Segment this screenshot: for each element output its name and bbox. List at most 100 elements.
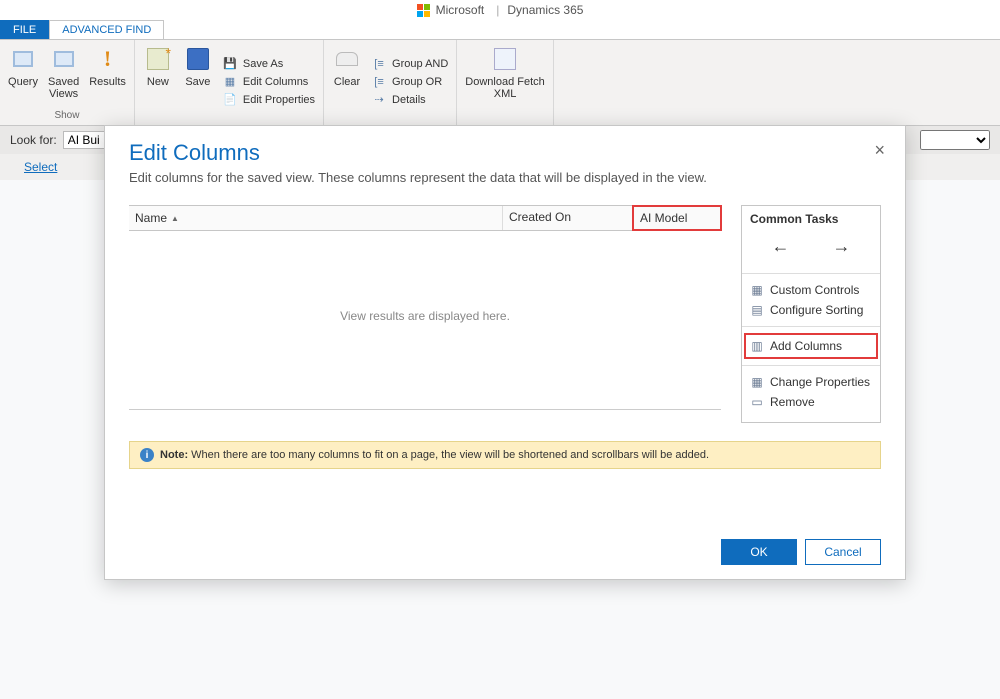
ribbon-group-show-label: Show xyxy=(8,110,126,121)
ribbon-tabs: FILE ADVANCED FIND xyxy=(0,20,1000,40)
saved-views-label: Saved Views xyxy=(48,76,79,100)
columns-grid: Name ▲ Created On AI Model View results … xyxy=(129,205,721,423)
grid-bottom-divider xyxy=(129,409,721,410)
save-as-button[interactable]: 💾 Save As xyxy=(223,57,315,71)
grid-placeholder: View results are displayed here. xyxy=(129,231,721,401)
change-properties-icon: ▦ xyxy=(750,375,764,389)
group-and-button[interactable]: [≡ Group AND xyxy=(372,57,448,71)
edit-properties-button[interactable]: 📄 Edit Properties xyxy=(223,93,315,107)
edit-columns-button[interactable]: ▦ Edit Columns xyxy=(223,75,315,89)
clear-label: Clear xyxy=(334,76,360,88)
note-bar: i Note: When there are too many columns … xyxy=(129,441,881,469)
change-properties-label: Change Properties xyxy=(770,375,870,389)
clear-icon xyxy=(332,44,362,74)
move-right-button[interactable]: → xyxy=(827,234,857,259)
download-fetchxml-button[interactable]: Download Fetch XML xyxy=(465,44,545,119)
sort-asc-icon: ▲ xyxy=(171,214,179,223)
group-or-button[interactable]: [≡ Group OR xyxy=(372,75,448,89)
new-label: New xyxy=(147,76,169,88)
tab-advanced-find[interactable]: ADVANCED FIND xyxy=(49,20,164,39)
save-menu: 💾 Save As ▦ Edit Columns 📄 Edit Properti… xyxy=(223,44,315,119)
new-icon xyxy=(143,44,173,74)
details-label: Details xyxy=(392,94,426,106)
ribbon-group-view: New Save 💾 Save As ▦ Edit Columns 📄 Edit… xyxy=(135,40,324,125)
download-icon xyxy=(490,44,520,74)
group-and-icon: [≡ xyxy=(372,57,386,71)
app-header: Microsoft | Dynamics 365 xyxy=(0,0,1000,20)
add-columns-button[interactable]: ▥ Add Columns xyxy=(744,333,878,359)
save-as-icon: 💾 xyxy=(223,57,237,71)
custom-controls-label: Custom Controls xyxy=(770,283,859,297)
move-left-button[interactable]: ← xyxy=(766,234,796,259)
look-for-label: Look for: xyxy=(10,133,57,147)
ribbon-group-show: Query Saved Views ! Results Show xyxy=(0,40,135,125)
change-properties-button[interactable]: ▦ Change Properties xyxy=(750,372,872,392)
ribbon-group-debug: Download Fetch XML xyxy=(457,40,554,125)
custom-controls-button[interactable]: ▦ Custom Controls xyxy=(750,280,872,300)
configure-sorting-icon: ▤ xyxy=(750,303,764,317)
column-header-name[interactable]: Name ▲ xyxy=(129,206,503,230)
microsoft-logo-icon xyxy=(417,4,430,17)
divider xyxy=(742,326,880,327)
microsoft-label: Microsoft xyxy=(436,3,485,17)
edit-columns-icon: ▦ xyxy=(223,75,237,89)
edit-properties-icon: 📄 xyxy=(223,93,237,107)
save-icon xyxy=(183,44,213,74)
configure-sorting-label: Configure Sorting xyxy=(770,303,863,317)
add-columns-label: Add Columns xyxy=(770,339,842,353)
results-label: Results xyxy=(89,76,126,88)
ok-button[interactable]: OK xyxy=(721,539,797,565)
note-text: When there are too many columns to fit o… xyxy=(188,449,709,461)
column-header-name-label: Name xyxy=(135,211,167,225)
common-tasks-panel: Common Tasks ← → ▦ Custom Controls ▤ Con… xyxy=(741,205,881,423)
dialog-subtitle: Edit columns for the saved view. These c… xyxy=(129,170,881,185)
query-button[interactable]: Query xyxy=(8,44,38,108)
common-tasks-title: Common Tasks xyxy=(750,212,872,226)
download-label: Download Fetch XML xyxy=(465,76,545,100)
save-button[interactable]: Save xyxy=(183,44,213,119)
microsoft-brand: Microsoft xyxy=(417,3,485,17)
note-label: Note: xyxy=(160,449,188,461)
edit-columns-dialog: × Edit Columns Edit columns for the save… xyxy=(104,125,906,580)
remove-button[interactable]: ▭ Remove xyxy=(750,392,872,412)
remove-label: Remove xyxy=(770,395,815,409)
saved-views-icon xyxy=(49,44,79,74)
ribbon-group-query: Clear [≡ Group AND [≡ Group OR ⇢ Details xyxy=(324,40,457,125)
details-icon: ⇢ xyxy=(372,93,386,107)
info-icon: i xyxy=(140,448,154,462)
group-or-icon: [≡ xyxy=(372,75,386,89)
custom-controls-icon: ▦ xyxy=(750,283,764,297)
dialog-title: Edit Columns xyxy=(129,140,881,166)
results-button[interactable]: ! Results xyxy=(89,44,126,108)
add-columns-icon: ▥ xyxy=(750,339,764,353)
query-label: Query xyxy=(8,76,38,88)
save-label: Save xyxy=(185,76,210,88)
divider xyxy=(742,365,880,366)
query-icon xyxy=(8,44,38,74)
remove-icon: ▭ xyxy=(750,395,764,409)
new-button[interactable]: New xyxy=(143,44,173,119)
divider xyxy=(742,273,880,274)
results-icon: ! xyxy=(93,44,123,74)
separator: | xyxy=(496,3,499,17)
group-or-label: Group OR xyxy=(392,76,442,88)
clear-button[interactable]: Clear xyxy=(332,44,362,119)
ribbon: Query Saved Views ! Results Show New Sav… xyxy=(0,40,1000,126)
column-header-ai-model[interactable]: AI Model xyxy=(632,205,722,231)
select-link[interactable]: Select xyxy=(24,160,57,174)
save-as-label: Save As xyxy=(243,58,283,70)
grid-header: Name ▲ Created On AI Model xyxy=(129,205,721,231)
product-label: Dynamics 365 xyxy=(507,3,583,17)
tab-file[interactable]: FILE xyxy=(0,20,49,39)
configure-sorting-button[interactable]: ▤ Configure Sorting xyxy=(750,300,872,320)
cancel-button[interactable]: Cancel xyxy=(805,539,881,565)
dialog-buttons: OK Cancel xyxy=(721,539,881,565)
close-icon[interactable]: × xyxy=(874,140,885,161)
saved-views-button[interactable]: Saved Views xyxy=(48,44,79,108)
group-and-label: Group AND xyxy=(392,58,448,70)
column-header-created-on[interactable]: Created On xyxy=(503,206,633,230)
edit-properties-label: Edit Properties xyxy=(243,94,315,106)
group-menu: [≡ Group AND [≡ Group OR ⇢ Details xyxy=(372,44,448,119)
look-for-dropdown[interactable] xyxy=(920,130,990,150)
details-button[interactable]: ⇢ Details xyxy=(372,93,448,107)
